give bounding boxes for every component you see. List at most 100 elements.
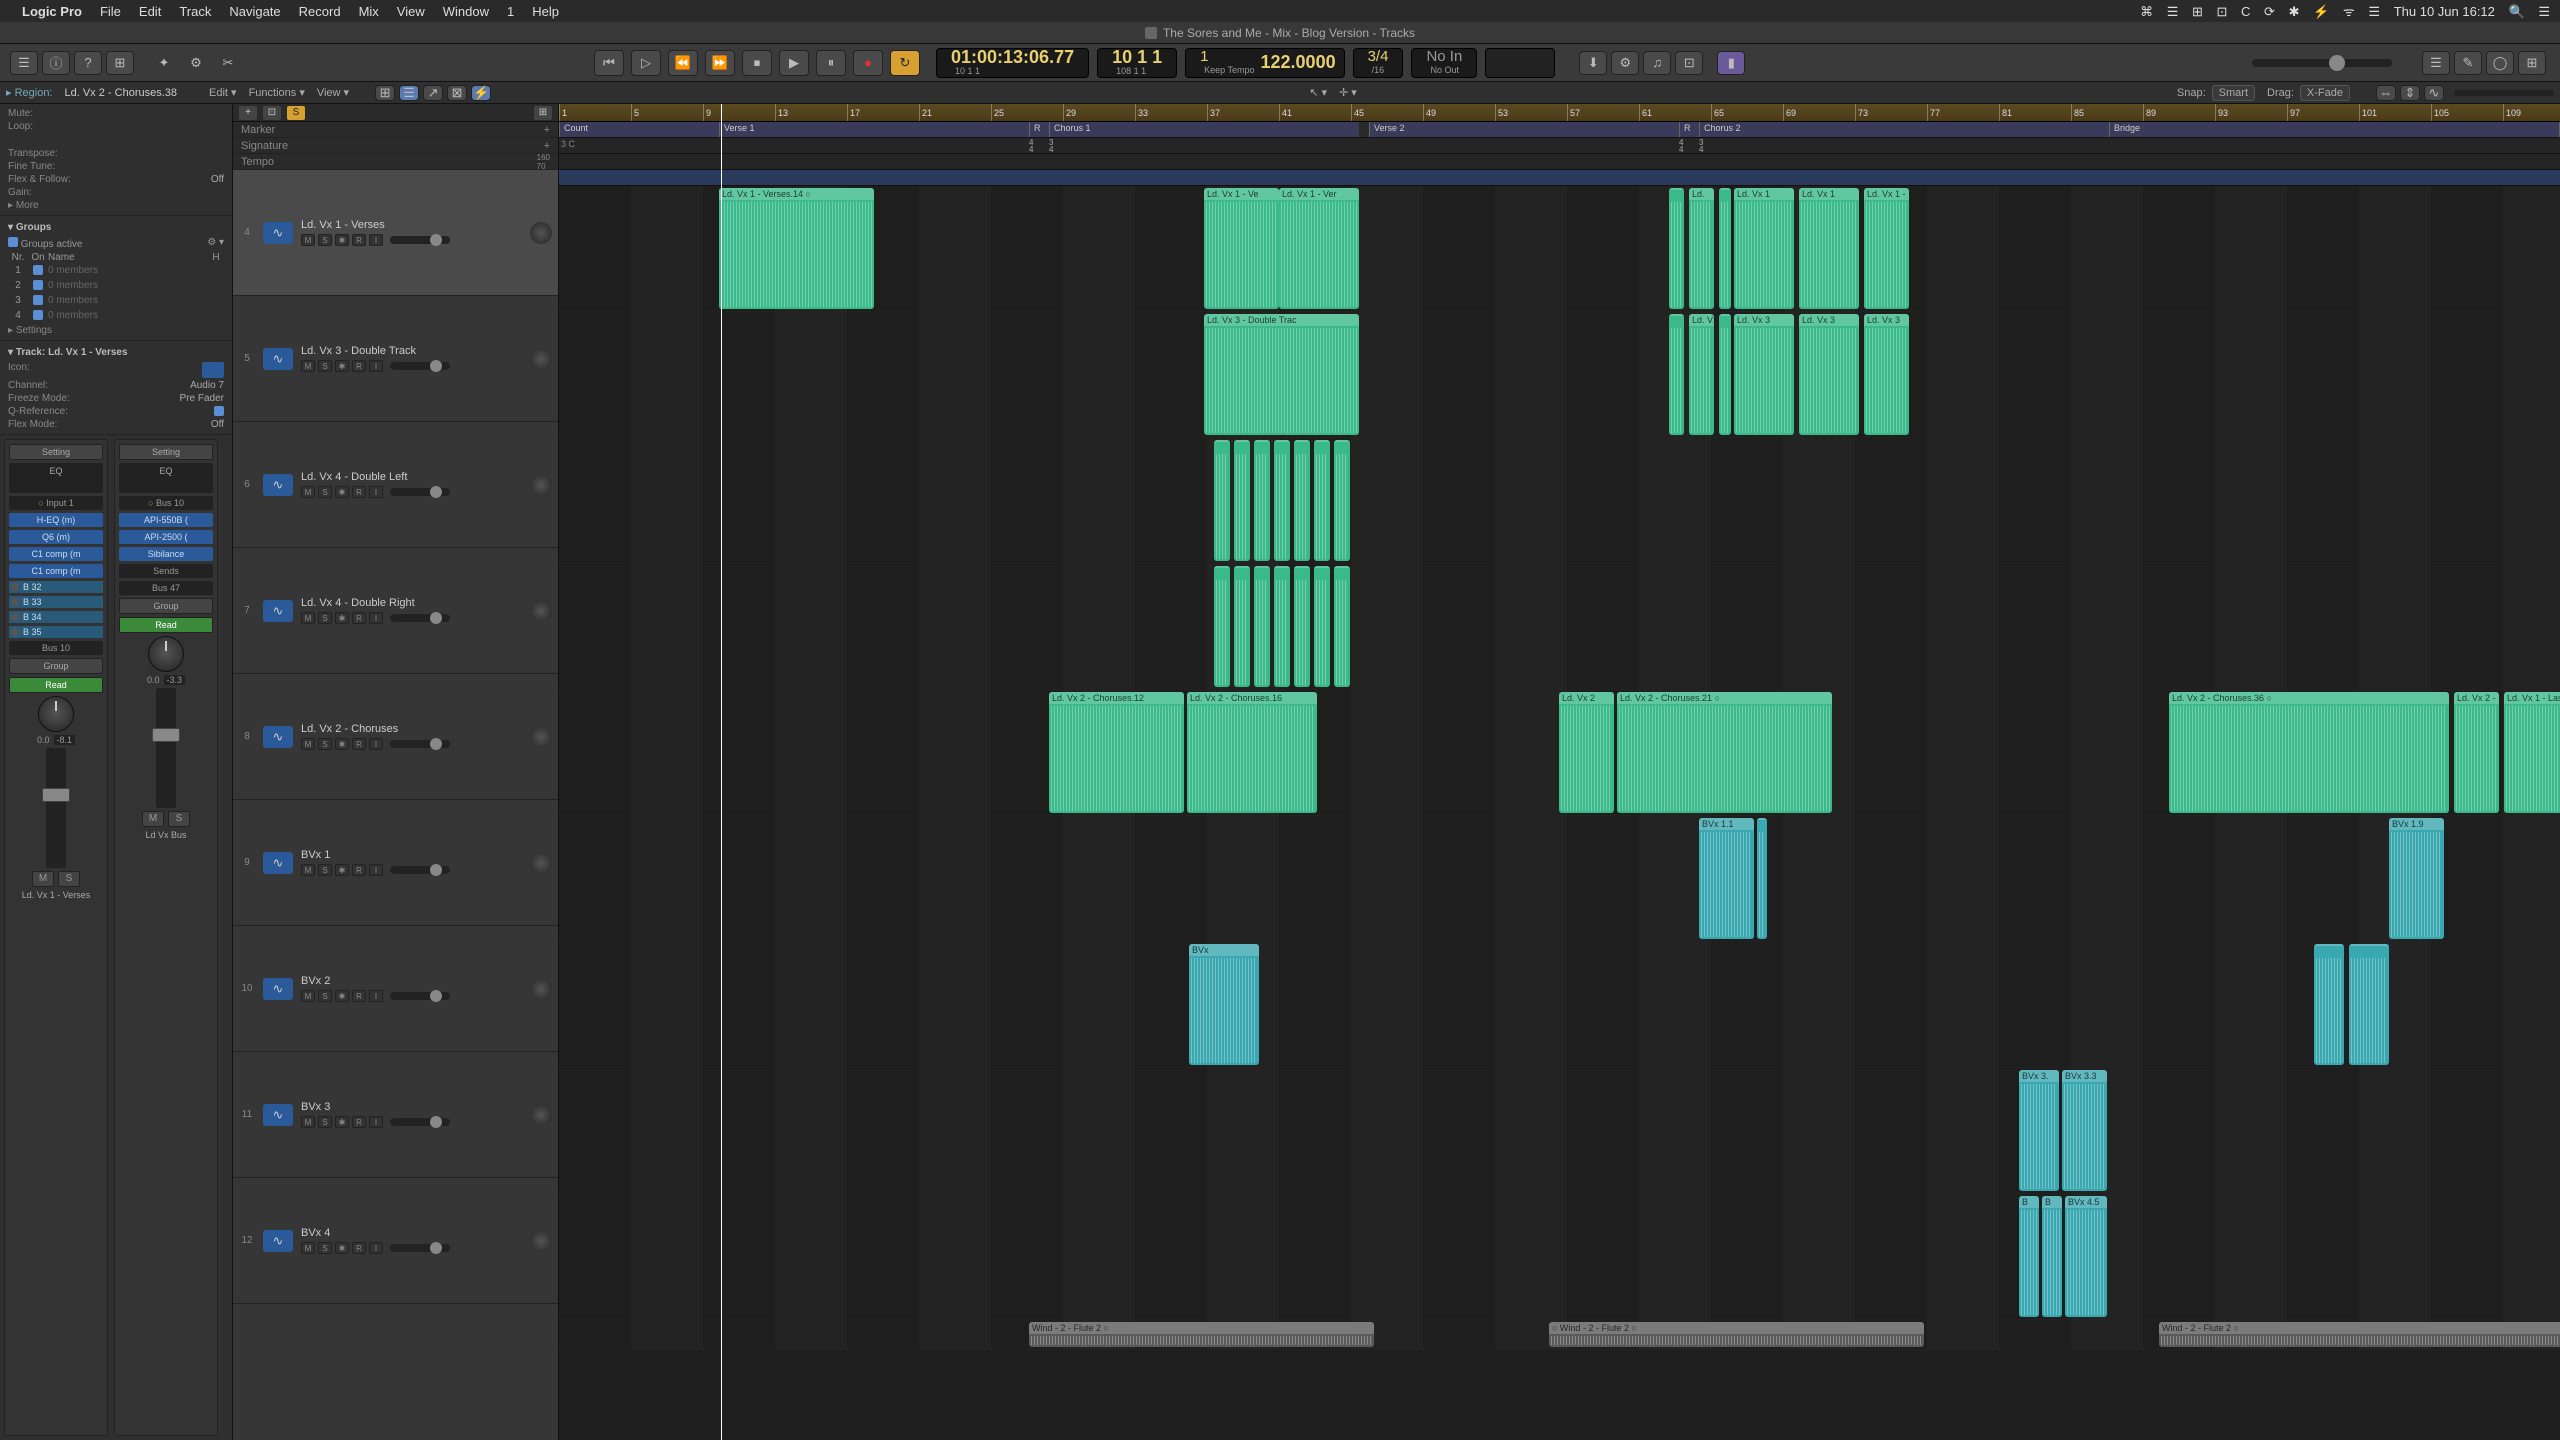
marker[interactable]: Chorus 1: [1049, 122, 1359, 137]
marker[interactable]: Verse 1: [719, 122, 1029, 137]
solo-button[interactable]: S: [168, 811, 190, 827]
group-button[interactable]: Group: [119, 598, 213, 614]
pan-knob[interactable]: [148, 636, 184, 672]
snap-dropdown[interactable]: Smart: [2212, 85, 2255, 101]
signature-change[interactable]: 34: [1699, 139, 1703, 153]
audio-region[interactable]: Ld. Vx 1 -: [1864, 188, 1909, 309]
arrange-view-menu[interactable]: View ▾: [311, 86, 355, 99]
marker-lane[interactable]: Count CountVerse 1RChorus 1Verse 2RChoru…: [559, 122, 2560, 138]
audio-region[interactable]: Wind - 2 - Flute 2 ○: [1029, 1322, 1374, 1347]
marker[interactable]: Count: [559, 122, 719, 137]
signature-lane[interactable]: 3 C 44344434: [559, 138, 2560, 154]
tray-clock[interactable]: Thu 10 Jun 16:12: [2394, 4, 2495, 19]
arrange-functions-menu[interactable]: Functions ▾: [243, 86, 311, 99]
track-header[interactable]: 8 ∿ Ld. Vx 2 - Choruses MS✱RI: [233, 674, 558, 800]
track-icon[interactable]: ∿: [263, 474, 293, 496]
settings-disclosure[interactable]: ▸ Settings: [8, 325, 52, 336]
track-pan-knob[interactable]: [530, 726, 552, 748]
track-header[interactable]: 11 ∿ BVx 3 MS✱RI: [233, 1052, 558, 1178]
audio-region[interactable]: [1234, 440, 1250, 561]
track-s-button[interactable]: S: [318, 1242, 332, 1254]
track-volume-slider[interactable]: [390, 614, 450, 622]
group-row[interactable]: 10 members: [8, 264, 224, 279]
audio-region[interactable]: [1254, 566, 1270, 687]
inspector-button[interactable]: ⓘ: [42, 51, 70, 75]
track-i-button[interactable]: I: [369, 486, 383, 498]
audio-region[interactable]: Ld. Vx 2 - Choruses.36 ○: [2169, 692, 2449, 813]
marker[interactable]: R: [1679, 122, 1699, 137]
audio-region[interactable]: [2349, 944, 2389, 1065]
track-lane[interactable]: [559, 438, 2560, 564]
tray-control-icon[interactable]: ☰: [2538, 4, 2550, 19]
audio-region[interactable]: [1334, 566, 1350, 687]
track-s-button[interactable]: S: [318, 738, 332, 750]
track-name[interactable]: Ld. Vx 2 - Choruses: [301, 723, 522, 735]
rewind-button[interactable]: ⏪: [668, 50, 698, 76]
play-from-button[interactable]: ▷: [631, 50, 661, 76]
audio-region[interactable]: [1254, 440, 1270, 561]
lcd-signature[interactable]: 3/4 /16: [1353, 48, 1404, 78]
track-name[interactable]: Ld. Vx 3 - Double Track: [301, 345, 522, 357]
audio-region[interactable]: [1274, 440, 1290, 561]
track-✱-button[interactable]: ✱: [335, 864, 349, 876]
solo-button[interactable]: S: [58, 871, 80, 887]
audio-region[interactable]: Ld. Vx 3: [1799, 314, 1859, 435]
audio-region[interactable]: BVx 3.3: [2062, 1070, 2107, 1191]
audio-region[interactable]: Ld. Vx 1: [1734, 188, 1794, 309]
notepad-button[interactable]: ✎: [2454, 51, 2482, 75]
count-in-button[interactable]: ⊡: [1675, 51, 1703, 75]
catch-button[interactable]: ↗: [423, 85, 443, 101]
audio-region[interactable]: [1757, 818, 1767, 939]
track-i-button[interactable]: I: [369, 1242, 383, 1254]
group-button[interactable]: Group: [9, 658, 103, 674]
record-button[interactable]: ●: [853, 50, 883, 76]
track-lane[interactable]: Ld. Vx 3 - Double TracLd. VxLd. Vx 3Ld. …: [559, 312, 2560, 438]
master-button[interactable]: ▮: [1717, 51, 1745, 75]
mute-button[interactable]: M: [142, 811, 164, 827]
track-volume-slider[interactable]: [390, 866, 450, 874]
automation-mode[interactable]: Read: [119, 617, 213, 633]
audio-region[interactable]: Ld. Vx 3: [1734, 314, 1794, 435]
signature-change[interactable]: 44: [1679, 139, 1683, 153]
audio-region[interactable]: Ld. Vx 2 - Choruses.16: [1187, 692, 1317, 813]
setting-button[interactable]: Setting: [119, 444, 213, 460]
track-volume-slider[interactable]: [390, 1118, 450, 1126]
insert-slot[interactable]: Sibilance: [119, 547, 213, 561]
track-header[interactable]: ▾ Track: Ld. Vx 1 - Verses: [8, 344, 224, 361]
insert-slot[interactable]: API-550B (: [119, 513, 213, 527]
tool-right[interactable]: ✛ ▾: [1333, 86, 1363, 99]
tray-icon[interactable]: C: [2241, 4, 2250, 19]
audio-region[interactable]: Ld. Vx 3: [1864, 314, 1909, 435]
automation-button[interactable]: ⊠: [447, 85, 467, 101]
track-volume-slider[interactable]: [390, 740, 450, 748]
arrange-edit-menu[interactable]: Edit ▾: [203, 86, 243, 99]
global-solo-button[interactable]: S: [287, 106, 305, 120]
audio-region[interactable]: Ld. Vx 2: [1559, 692, 1614, 813]
audio-region[interactable]: Ld. Vx 1 - Ver: [1279, 188, 1359, 309]
audio-region[interactable]: Ld. Vx 1 - Last Lines - Pleas: [2504, 692, 2560, 813]
audio-region[interactable]: BVx 1.9: [2389, 818, 2444, 939]
tray-icon[interactable]: ⌘: [2140, 4, 2153, 19]
send-slot[interactable]: B 34: [9, 611, 103, 623]
track-i-button[interactable]: I: [369, 612, 383, 624]
track-lane[interactable]: Wind - 2 - Flute 2 ○○ Wind - 2 - Flute 2…: [559, 1320, 2560, 1350]
dup-track-button[interactable]: ⊡: [263, 106, 281, 120]
audio-region[interactable]: B: [2042, 1196, 2062, 1317]
track-r-button[interactable]: R: [352, 612, 366, 624]
pause-button[interactable]: ⏸: [816, 50, 846, 76]
lcd-punch[interactable]: No In No Out: [1411, 48, 1477, 78]
eq-thumbnail[interactable]: EQ: [9, 463, 103, 493]
playhead[interactable]: [721, 104, 722, 1440]
track-header[interactable]: 4 ∿ Ld. Vx 1 - Verses MS✱RI: [233, 170, 558, 296]
track-s-button[interactable]: S: [318, 360, 332, 372]
marker[interactable]: Verse 2: [1369, 122, 1679, 137]
audio-region[interactable]: [1294, 440, 1310, 561]
track-i-button[interactable]: I: [369, 864, 383, 876]
groups-gear-icon[interactable]: ⚙ ▾: [207, 237, 224, 250]
track-icon[interactable]: ∿: [263, 348, 293, 370]
arrange-area[interactable]: 1591317212529333741454953576165697377818…: [559, 104, 2560, 1440]
audio-region[interactable]: [1314, 566, 1330, 687]
menu-record[interactable]: Record: [299, 4, 341, 19]
audio-region[interactable]: Ld. Vx 1 - Ve: [1204, 188, 1279, 309]
library-button[interactable]: ☰: [10, 51, 38, 75]
